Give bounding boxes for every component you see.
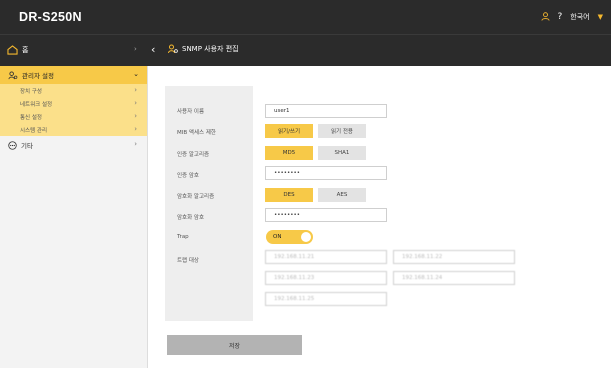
enc-pw-label: 암호화 암호 (177, 215, 205, 221)
user-settings-icon (8, 70, 18, 79)
page-title: SNMP 사용자 편집 (168, 44, 239, 54)
sidebar-subitem-system[interactable]: 시스템 관리 › (0, 123, 147, 136)
trap-target-label: 트랩 대상 (177, 258, 199, 264)
sidebar-subitem-label: 통신 설정 (20, 114, 42, 121)
trap-target-4[interactable]: 192.168.11.24 (393, 271, 515, 285)
user-key-icon (168, 44, 178, 54)
mib-label: MIB 액세스 제한 (177, 130, 216, 136)
auth-algo-label: 인증 알고리즘 (177, 152, 210, 158)
sidebar-item-admin[interactable]: 관리자 설정 ⌄ (0, 66, 147, 84)
username-field[interactable]: user1 (265, 104, 387, 118)
chevron-right-icon: › (134, 112, 137, 120)
trap-toggle[interactable]: ON (266, 230, 313, 244)
mib-option-readonly[interactable]: 읽기 전용 (318, 124, 366, 138)
mib-option-readwrite[interactable]: 읽기/쓰기 (265, 124, 313, 138)
sidebar-subitem-network[interactable]: 네트워크 설정 › (0, 97, 147, 110)
sidebar-subitem-device[interactable]: 장치 구성 › (0, 84, 147, 97)
chevron-right-icon: › (134, 86, 137, 94)
enc-algo-des[interactable]: DES (265, 188, 313, 202)
sidebar-item-label: 관리자 설정 (22, 72, 54, 80)
trap-target-3[interactable]: 192.168.11.23 (265, 271, 387, 285)
enc-algo-aes[interactable]: AES (318, 188, 366, 202)
sidebar: 관리자 설정 ⌄ 장치 구성 › 네트워크 설정 › 통신 설정 › 시스템 관… (0, 66, 148, 368)
sidebar-item-label: 기타 (21, 142, 33, 150)
top-right-controls: ? 한국어 ▼ (540, 11, 603, 23)
back-button[interactable]: ‹ (151, 43, 155, 56)
auth-password-field[interactable]: •••••••• (265, 166, 387, 180)
page-title-text: SNMP 사용자 편집 (182, 45, 239, 53)
sub-bar: 홈 › ‹ SNMP 사용자 편집 (0, 34, 611, 66)
sidebar-subitem-comm[interactable]: 통신 설정 › (0, 110, 147, 123)
trap-label: Trap (177, 234, 189, 240)
auth-pw-label: 인증 암호 (177, 173, 199, 179)
sidebar-subitem-label: 네트워크 설정 (20, 101, 53, 108)
chevron-right-icon: › (134, 45, 137, 53)
chevron-down-icon: ⌄ (133, 70, 139, 78)
home-icon (7, 45, 18, 55)
trap-target-2[interactable]: 192.168.11.22 (393, 250, 515, 264)
home-link[interactable]: 홈 (7, 45, 28, 55)
language-selector[interactable]: 한국어 (570, 12, 589, 22)
auth-algo-md5[interactable]: MD5 (265, 146, 313, 160)
chevron-right-icon: › (134, 99, 137, 107)
auth-algo-sha1[interactable]: SHA1 (318, 146, 366, 160)
user-icon[interactable] (540, 11, 550, 23)
more-icon (8, 140, 17, 150)
app-title: DR-S250N (19, 10, 82, 24)
chevron-right-icon: › (134, 140, 137, 148)
save-button[interactable]: 저장 (167, 335, 302, 355)
trap-toggle-state: ON (273, 234, 282, 240)
sidebar-item-other[interactable]: 기타 › (0, 136, 147, 154)
sidebar-subitem-label: 장치 구성 (20, 88, 42, 95)
enc-algo-label: 암호화 알고리즘 (177, 194, 215, 200)
toggle-knob (301, 232, 311, 242)
form-panel (165, 86, 549, 321)
home-label: 홈 (22, 46, 29, 54)
trap-target-1[interactable]: 192.168.11.21 (265, 250, 387, 264)
top-bar: DR-S250N ? 한국어 ▼ (0, 0, 611, 34)
trap-target-5[interactable]: 192.168.11.25 (265, 292, 387, 306)
username-label: 사용자 이름 (177, 109, 205, 115)
chevron-down-icon[interactable]: ▼ (598, 13, 603, 21)
enc-password-field[interactable]: •••••••• (265, 208, 387, 222)
chevron-right-icon: › (134, 125, 137, 133)
help-icon[interactable]: ? (558, 12, 563, 22)
form-fields-area (253, 86, 549, 321)
sidebar-subitem-label: 시스템 관리 (20, 127, 48, 134)
